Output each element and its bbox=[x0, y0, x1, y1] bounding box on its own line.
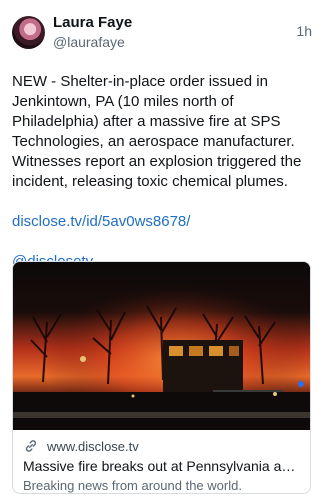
post-timestamp[interactable]: 1h bbox=[296, 23, 312, 39]
avatar[interactable] bbox=[12, 16, 45, 49]
post-body: NEW - Shelter-in-place order issued in J… bbox=[12, 73, 302, 190]
post: Laura Faye @laurafaye 1h NEW - Shelter-i… bbox=[0, 0, 324, 500]
link-card[interactable]: www.disclose.tv Massive fire breaks out … bbox=[12, 261, 311, 494]
post-link[interactable]: disclose.tv/id/5av0ws8678/ bbox=[12, 213, 190, 230]
link-card-title[interactable]: Massive fire breaks out at Pennsylvania … bbox=[23, 457, 300, 475]
fire-photo-icon bbox=[13, 262, 310, 430]
link-card-domain-row: www.disclose.tv bbox=[23, 438, 300, 454]
author-handle[interactable]: @laurafaye bbox=[53, 32, 132, 52]
author-info: Laura Faye @laurafaye bbox=[53, 12, 132, 52]
link-icon bbox=[23, 438, 39, 454]
link-card-info: www.disclose.tv Massive fire breaks out … bbox=[13, 430, 310, 494]
link-card-image[interactable] bbox=[13, 262, 310, 430]
link-card-domain: www.disclose.tv bbox=[47, 438, 139, 454]
post-header: Laura Faye @laurafaye bbox=[12, 12, 312, 64]
link-card-description: Breaking news from around the world. bbox=[23, 478, 242, 493]
post-text: NEW - Shelter-in-place order issued in J… bbox=[12, 72, 312, 272]
author-display-name[interactable]: Laura Faye bbox=[53, 14, 132, 32]
